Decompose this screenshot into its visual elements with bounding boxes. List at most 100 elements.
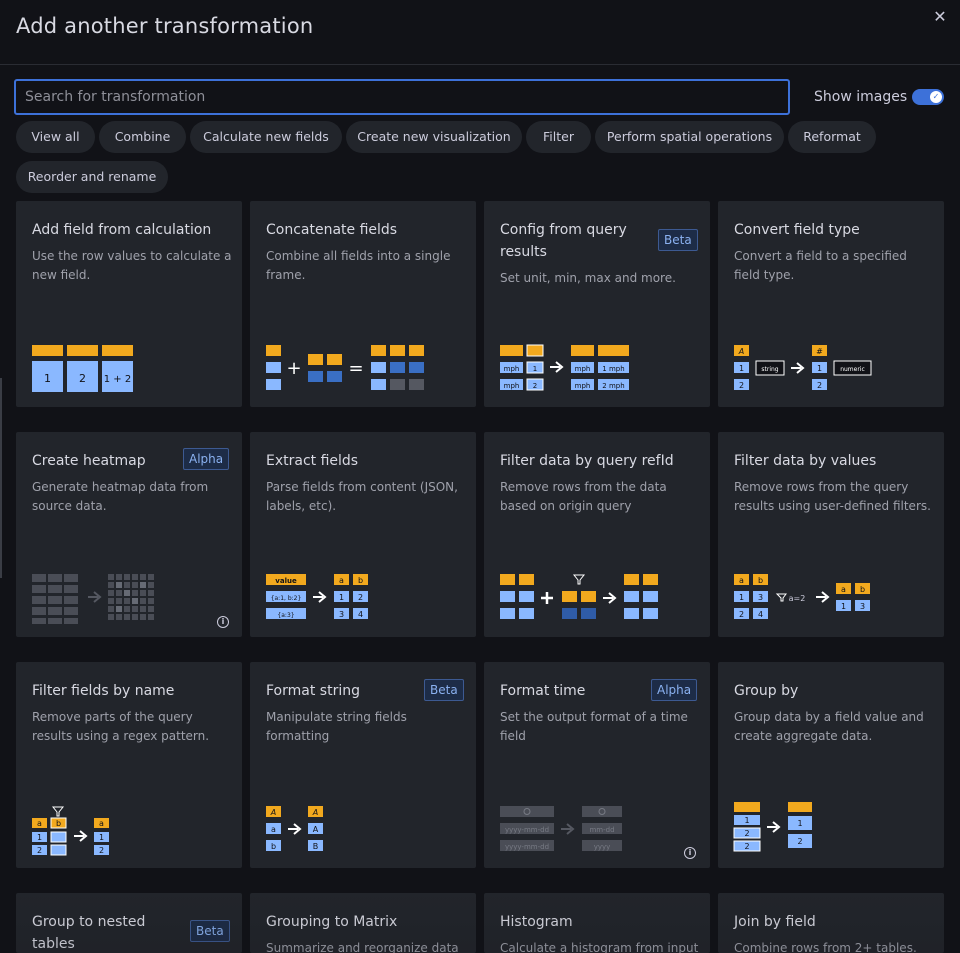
modal-header: Add another transformation ✕ (0, 0, 960, 65)
card-description: Use the row values to calculate a new fi… (32, 249, 232, 282)
card-format-time[interactable]: Format time Alpha Set the output format … (484, 662, 710, 868)
info-icon[interactable]: i (217, 616, 229, 628)
filter-perform-spatial-operations[interactable]: Perform spatial operations (595, 121, 784, 153)
svg-text:1: 1 (533, 365, 537, 373)
search-input[interactable] (14, 79, 790, 115)
extract-illustration: value {a:1, b:2} {a:3} a b 1 2 3 4 (266, 574, 368, 619)
illus-label: mm-dd (589, 826, 614, 834)
card-title: Grouping to Matrix (266, 914, 398, 930)
illus-label: 3 (758, 593, 763, 602)
card-convert-field-type[interactable]: Convert field type Convert a field to a … (718, 201, 944, 407)
svg-text:1: 1 (744, 816, 749, 825)
svg-text:2: 2 (37, 846, 42, 855)
alpha-badge: Alpha (651, 679, 698, 701)
filter-values-illustration: a b 1 3 2 4 a=2 a b 1 3 (734, 574, 870, 619)
svg-text:2: 2 (739, 381, 744, 390)
filter-create-new-visualization[interactable]: Create new visualization (346, 121, 522, 153)
card-title: Convert field type (734, 222, 860, 238)
illus-label: 2 (358, 593, 363, 602)
illus-label: 1 (44, 372, 51, 385)
card-title: Filter data by query refId (500, 453, 674, 469)
config-illustration: mph mph 1 2 mph mph 1 mph 2 mph (500, 344, 629, 391)
illus-label: b (358, 576, 363, 585)
card-group-to-nested-tables[interactable]: Group to nested tables Beta (16, 893, 242, 953)
card-description: Set the output format of a time field (500, 710, 688, 743)
beta-badge: Beta (424, 679, 464, 701)
illus-label: {a:3} (277, 612, 294, 619)
card-description: Summarize and reorganize data (266, 941, 459, 953)
card-extract-fields[interactable]: Extract fields Parse fields from content… (250, 432, 476, 637)
svg-text:2: 2 (817, 381, 822, 390)
card-title: Config from query results (500, 222, 627, 260)
svg-text:1: 1 (37, 833, 42, 842)
card-concatenate-fields[interactable]: Concatenate fields Combine all fields in… (250, 201, 476, 407)
illus-label: 1 (339, 593, 344, 602)
card-group-by[interactable]: Group by Group data by a field value and… (718, 662, 944, 868)
filter-calculate-new-fields[interactable]: Calculate new fields (190, 121, 342, 153)
svg-text:#: # (816, 347, 823, 356)
card-format-string[interactable]: Format string Beta Manipulate string fie… (250, 662, 476, 868)
illus-label: b (758, 576, 763, 585)
format-string-illustration: A a b A A B (266, 806, 323, 851)
filter-reformat[interactable]: Reformat (788, 121, 876, 153)
illus-label: 2 mph (602, 382, 624, 390)
card-description: Generate heatmap data from source data. (32, 480, 209, 513)
filter-reorder-and-rename[interactable]: Reorder and rename (16, 161, 168, 193)
card-join-by-field[interactable]: Join by field Combine rows from 2+ table… (718, 893, 944, 953)
svg-text:2: 2 (744, 842, 749, 851)
svg-text:a: a (841, 585, 846, 594)
illus-label: mph (575, 382, 591, 390)
illus-label: a=2 (789, 594, 806, 603)
info-icon[interactable]: i (684, 847, 696, 859)
card-filter-data-by-values[interactable]: Filter data by values Remove rows from t… (718, 432, 944, 637)
card-title: Create heatmap (32, 453, 146, 469)
svg-text:1: 1 (817, 364, 822, 373)
concatenate-illustration: + = (266, 345, 424, 390)
svg-text:2: 2 (797, 837, 802, 846)
card-title: Add field from calculation (32, 222, 212, 238)
illus-label: {a:1, b:2} (271, 595, 302, 602)
card-filter-data-by-query-refid[interactable]: Filter data by query refId Remove rows f… (484, 432, 710, 637)
card-title: Filter fields by name (32, 683, 175, 699)
illus-label: a (271, 825, 276, 834)
card-histogram[interactable]: Histogram Calculate a histogram from inp… (484, 893, 710, 953)
group-by-illustration: 1 2 2 1 2 (733, 802, 812, 852)
card-title: Filter data by values (734, 453, 877, 469)
illus-label: A (270, 808, 276, 817)
illus-label: 1 (739, 593, 744, 602)
card-config-from-query-results[interactable]: Config from query results Beta Set unit,… (484, 201, 710, 407)
svg-text:1: 1 (841, 602, 846, 611)
card-description: Calculate a histogram from input (500, 941, 699, 953)
illus-label: 4 (758, 610, 763, 619)
svg-text:3: 3 (860, 602, 865, 611)
illus-label: 1 + 2 (104, 374, 131, 385)
card-description: Remove rows from the data based on origi… (500, 480, 667, 513)
show-images-label: Show images (814, 89, 908, 105)
illus-label: yyyy-mm-dd (505, 826, 549, 834)
close-icon[interactable]: ✕ (930, 7, 950, 27)
illus-label: 2 (79, 372, 86, 385)
filter-filter[interactable]: Filter (526, 121, 591, 153)
card-add-field-from-calculation[interactable]: Add field from calculation Use the row v… (16, 201, 242, 407)
card-title: Format time (500, 683, 586, 699)
add-field-illustration: 1 2 1 + 2 (32, 345, 133, 392)
illus-label: = (348, 358, 363, 379)
card-description: Parse fields from content (JSON, labels,… (266, 480, 458, 513)
card-title: Format string (266, 683, 360, 699)
illus-label: B (313, 842, 319, 851)
illus-label: a (339, 576, 344, 585)
illus-label: 1 mph (602, 365, 624, 373)
show-images-toggle[interactable]: ✓ (912, 89, 944, 105)
card-title: Concatenate fields (266, 222, 398, 238)
card-filter-fields-by-name[interactable]: Filter fields by name Remove parts of th… (16, 662, 242, 868)
filter-combine[interactable]: Combine (99, 121, 186, 153)
illus-label: 4 (358, 610, 363, 619)
card-grouping-to-matrix[interactable]: Grouping to Matrix Summarize and reorgan… (250, 893, 476, 953)
filter-view-all[interactable]: View all (16, 121, 95, 153)
card-description: Combine rows from 2+ tables. (734, 941, 917, 953)
svg-text:b: b (56, 819, 61, 828)
card-create-heatmap[interactable]: Create heatmap Alpha Generate heatmap da… (16, 432, 242, 637)
illus-label: mph (504, 365, 520, 373)
svg-text:a: a (37, 819, 42, 828)
illus-label: 2 (739, 610, 744, 619)
